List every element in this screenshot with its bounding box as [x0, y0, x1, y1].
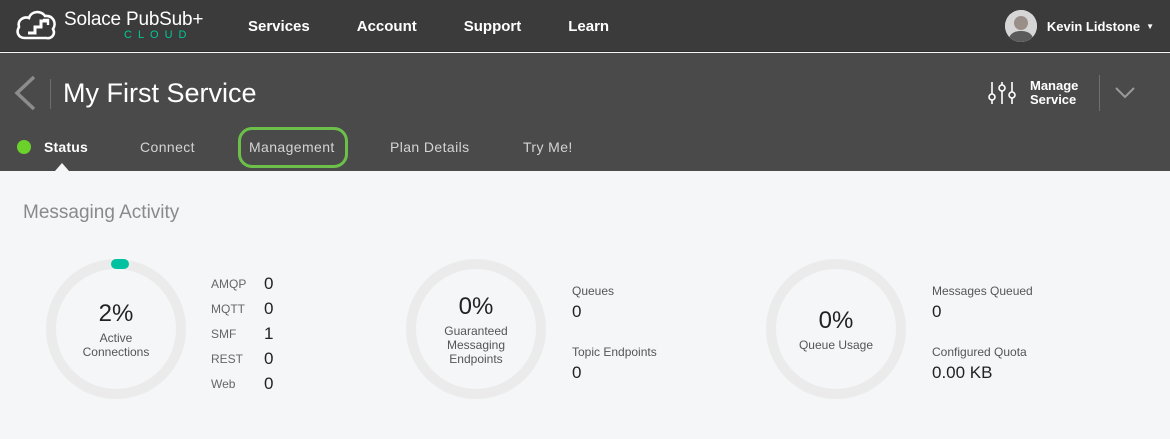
top-navbar: Solace PubSub+ CLOUD Services Account Su… [0, 0, 1170, 52]
nav-services[interactable]: Services [248, 18, 310, 35]
brand-subtitle: CLOUD [124, 28, 193, 41]
expand-button[interactable] [1114, 85, 1136, 101]
nav-account[interactable]: Account [357, 18, 417, 35]
chevron-down-icon [1115, 87, 1135, 99]
queues-stat: Queues 0 [572, 284, 614, 323]
protocol-connections-table: AMQP 0 MQTT 0 SMF 1 REST 0 Web 0 [211, 271, 273, 396]
main-nav: Services Account Support Learn [248, 0, 656, 52]
endpoints-label-line1: Guaranteed [444, 323, 508, 338]
endpoints-gauge: 0% Guaranteed Messaging Endpoints [406, 259, 546, 399]
tab-management[interactable]: Management [249, 127, 335, 167]
active-tab-pointer [55, 163, 69, 171]
user-name: Kevin Lidstone [1046, 18, 1141, 34]
queue-usage-percent: 0% [818, 306, 854, 334]
tab-status[interactable]: Status [44, 127, 88, 167]
protocol-count: 0 [264, 373, 274, 393]
connections-percent: 2% [98, 299, 134, 327]
nav-learn[interactable]: Learn [568, 18, 609, 35]
nav-support[interactable]: Support [464, 18, 522, 35]
protocol-count: 0 [264, 348, 274, 368]
brand-name: Solace PubSub+ [64, 8, 204, 30]
connections-label-line1: Active [99, 330, 133, 345]
queue-usage-label: Queue Usage [798, 337, 874, 352]
protocol-name: SMF [211, 326, 237, 341]
topic-endpoints-value: 0 [572, 363, 582, 382]
table-row: Web 0 [211, 371, 273, 396]
protocol-count: 1 [264, 323, 274, 343]
protocol-name: AMQP [211, 276, 247, 291]
table-row: MQTT 0 [211, 296, 273, 321]
cloud-logo-icon [16, 10, 56, 40]
manage-label-line1: Manage [1030, 78, 1079, 93]
table-row: AMQP 0 [211, 271, 273, 296]
chevron-left-icon [14, 75, 36, 111]
configured-quota-stat: Configured Quota 0.00 KB [932, 345, 1027, 384]
sliders-icon [988, 82, 1016, 104]
endpoints-label-line3: Endpoints [449, 351, 503, 366]
queue-usage-gauge: 0% Queue Usage [766, 259, 906, 399]
configured-quota-label: Configured Quota [932, 345, 1027, 359]
tab-connect[interactable]: Connect [140, 127, 195, 167]
caret-down-icon: ▼ [1146, 21, 1154, 31]
endpoints-percent: 0% [458, 292, 494, 320]
status-indicator-dot [17, 140, 31, 154]
queues-label: Queues [572, 284, 615, 298]
divider [50, 79, 51, 109]
configured-quota-value: 0.00 KB [932, 363, 993, 382]
table-row: SMF 1 [211, 321, 273, 346]
topic-endpoints-label: Topic Endpoints [572, 345, 657, 359]
messages-queued-label: Messages Queued [932, 284, 1033, 298]
table-row: REST 0 [211, 346, 273, 371]
tab-try-me[interactable]: Try Me! [523, 127, 573, 167]
queues-value: 0 [572, 302, 582, 321]
endpoints-label-line2: Messaging [446, 337, 505, 352]
protocol-count: 0 [264, 273, 274, 293]
protocol-name: MQTT [211, 301, 245, 316]
topic-endpoints-stat: Topic Endpoints 0 [572, 345, 657, 384]
protocol-name: REST [211, 351, 244, 366]
section-title: Messaging Activity [23, 202, 180, 223]
manage-label-line2: Service [1030, 92, 1077, 107]
protocol-count: 0 [264, 298, 274, 318]
protocol-name: Web [211, 376, 236, 391]
back-button[interactable] [12, 75, 38, 111]
divider [1099, 75, 1100, 111]
connections-progress-arc [111, 259, 129, 269]
brand-logo[interactable]: Solace PubSub+ CLOUD [15, 6, 203, 44]
messages-queued-value: 0 [932, 302, 942, 321]
connections-gauge: 2% Active Connections [46, 259, 186, 399]
connections-label-line2: Connections [82, 344, 150, 359]
avatar [1004, 10, 1037, 42]
tab-plan-details[interactable]: Plan Details [390, 127, 470, 167]
messages-queued-stat: Messages Queued 0 [932, 284, 1033, 323]
page-title: My First Service [63, 78, 257, 108]
service-tabs: Status Connect Management Plan Details T… [0, 127, 1170, 171]
user-menu[interactable]: Kevin Lidstone ▼ [1004, 9, 1154, 43]
manage-service-button[interactable]: Manage Service [988, 79, 1078, 107]
user-avatar-icon [1004, 10, 1037, 42]
service-header: My First Service Manage Service Status C… [0, 53, 1170, 171]
